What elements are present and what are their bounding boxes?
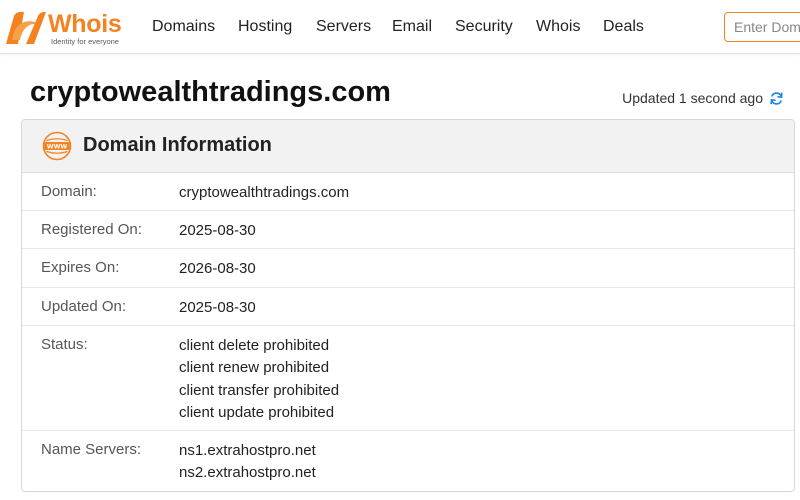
row-expires-on: Expires On: 2026-08-30 xyxy=(22,249,794,288)
name-server-line: ns1.extrahostpro.net xyxy=(179,442,316,459)
domain-value: cryptowealthtradings.com xyxy=(179,182,349,204)
expires-on-value: 2026-08-30 xyxy=(179,258,256,280)
row-domain: Domain: cryptowealthtradings.com xyxy=(22,173,794,211)
refresh-icon[interactable] xyxy=(769,91,784,106)
brand-name: Whois xyxy=(48,10,122,38)
domain-information-card: WWW Domain Information Domain: cryptowea… xyxy=(21,119,795,492)
row-status: Status: client delete prohibited client … xyxy=(22,326,794,431)
domain-value-text: cryptowealthtradings.com xyxy=(179,184,350,201)
updated-text: Updated 1 second ago xyxy=(622,90,763,106)
row-registered-on: Registered On: 2025-08-30 xyxy=(22,211,794,249)
nav-link-deals[interactable]: Deals xyxy=(603,17,644,37)
nav-link-whois[interactable]: Whois xyxy=(536,17,580,37)
domain-search-input[interactable] xyxy=(724,12,800,42)
name-servers-label: Name Servers: xyxy=(41,441,142,458)
row-updated-on: Updated On: 2025-08-30 xyxy=(22,288,794,326)
domain-info-rows: Domain: cryptowealthtradings.com Registe… xyxy=(22,173,794,491)
nav-link-security[interactable]: Security xyxy=(455,17,513,37)
updated-on-label: Updated On: xyxy=(41,298,127,315)
status-value-line: client delete prohibited xyxy=(179,337,330,354)
registered-on-label: Registered On: xyxy=(41,221,142,238)
card-header: WWW Domain Information xyxy=(22,120,794,173)
whois-logo-icon xyxy=(6,12,46,44)
name-servers-values: ns1.extrahostpro.net ns2.extrahostpro.ne… xyxy=(179,440,316,485)
status-value-line: client renew prohibited xyxy=(179,359,330,377)
status-label: Status: xyxy=(41,336,88,353)
nav-link-email[interactable]: Email xyxy=(392,17,432,37)
www-icon: WWW xyxy=(42,131,72,161)
card-title: Domain Information xyxy=(83,134,272,156)
registered-on-value: 2025-08-30 xyxy=(179,220,256,242)
nav-link-hosting[interactable]: Hosting xyxy=(238,17,292,37)
www-icon-text: WWW xyxy=(47,144,68,151)
domain-label: Domain: xyxy=(41,183,97,200)
expires-on-value-text: 2026-08-30 xyxy=(179,260,256,277)
page-title: cryptowealthtradings.com xyxy=(30,76,391,108)
row-name-servers: Name Servers: ns1.extrahostpro.net ns2.e… xyxy=(22,431,794,491)
registered-on-value-text: 2025-08-30 xyxy=(179,222,256,239)
status-value-line: client update prohibited xyxy=(179,403,335,421)
name-server-line: ns2.extrahostpro.net xyxy=(179,464,316,482)
status-value-line: client transfer prohibited xyxy=(179,381,340,399)
nav-link-domains[interactable]: Domains xyxy=(152,17,215,37)
updated-on-value: 2025-08-30 xyxy=(179,297,256,319)
updated-on-value-text: 2025-08-30 xyxy=(179,299,256,316)
updated-status: Updated 1 second ago xyxy=(622,90,784,106)
whois-logo[interactable]: Whois Identity for everyone xyxy=(4,8,134,48)
brand-tagline: Identity for everyone xyxy=(51,37,119,46)
top-navigation: Whois Identity for everyone Domains Host… xyxy=(0,0,800,54)
status-values: client delete prohibited client renew pr… xyxy=(179,335,339,424)
expires-on-label: Expires On: xyxy=(41,259,120,276)
nav-link-servers[interactable]: Servers xyxy=(316,17,371,37)
